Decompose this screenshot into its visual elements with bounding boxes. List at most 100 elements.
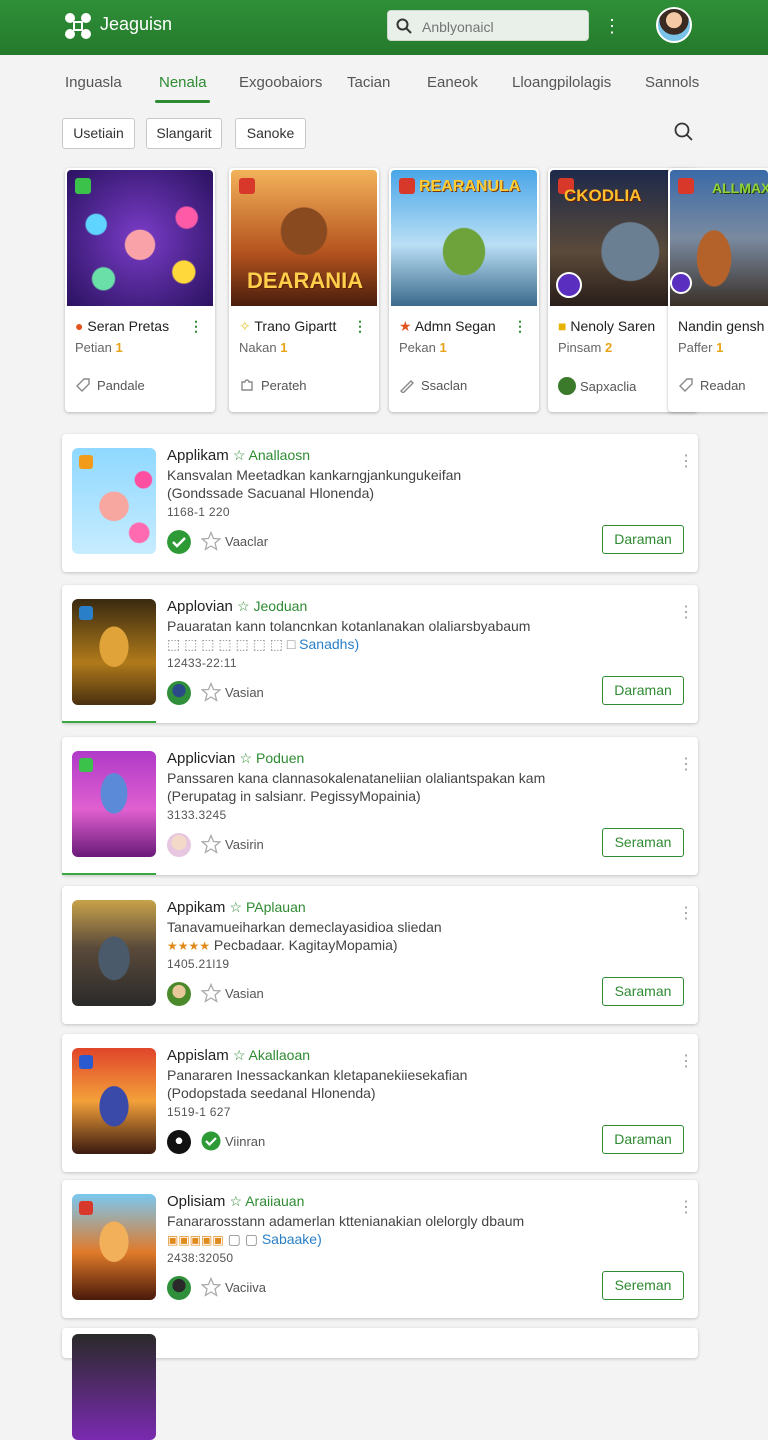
- rating-stars-icon: ▣▣▣▣▣: [167, 1233, 224, 1247]
- avatar: [167, 1276, 191, 1300]
- app-description: Fanararosstann adamerlan kttenianakian o…: [167, 1213, 525, 1229]
- star-icon[interactable]: [201, 983, 221, 1003]
- game-art-title: DEARANIA: [247, 268, 364, 293]
- filter-chip-0[interactable]: Usetiain: [62, 118, 135, 149]
- tab-5[interactable]: Lloangpilolagis: [512, 74, 611, 91]
- featured-card[interactable]: ALLMAX Nandin gensh Paffer 1 Readan: [668, 168, 768, 412]
- app-badge: [79, 455, 93, 469]
- app-actor: Vaaclar: [225, 534, 269, 549]
- tab-3[interactable]: Tacian: [347, 74, 390, 91]
- game-avatar: [556, 272, 582, 298]
- game-title: ● Seran Pretas: [75, 318, 170, 334]
- featured-card[interactable]: DEARANIA ✧ Trano Gipartt Nakan 1 ⋮ Perat…: [229, 168, 379, 412]
- app-meta: 1519-1 627: [167, 1105, 231, 1119]
- game-badge: [75, 178, 91, 194]
- game-title: ★ Admn Segan: [399, 318, 496, 334]
- app-icon: [72, 1048, 156, 1154]
- rating-stars-icon: ★★★★: [167, 939, 211, 953]
- category-tabs: Inguasla Nenala Exgoobaiors Tacian Eaneo…: [0, 56, 768, 106]
- search-input[interactable]: [420, 15, 584, 39]
- action-button[interactable]: Seraman: [602, 828, 684, 857]
- more-options-icon[interactable]: ⋮: [678, 1198, 694, 1218]
- star-icon[interactable]: [201, 1277, 221, 1297]
- app-title: Oplisiam ☆ Araiiauan: [167, 1193, 305, 1210]
- more-options-icon[interactable]: ⋮: [513, 318, 527, 335]
- filter-chip-2[interactable]: Sanoke: [235, 118, 306, 149]
- featured-card[interactable]: REARANULA ★ Admn Segan Pekan 1 ⋮ Ssaclan: [389, 168, 539, 412]
- app-description: Kansvalan Meetadkan kankarngjankungukeif…: [167, 467, 462, 483]
- tag-icon: [400, 380, 414, 394]
- app-badge: [79, 1201, 93, 1215]
- tab-1[interactable]: Nenala: [159, 74, 207, 91]
- app-icon: [72, 448, 156, 554]
- game-subtitle: Nakan 1: [239, 340, 288, 355]
- more-options-icon[interactable]: ⋮: [189, 318, 203, 335]
- tab-6[interactable]: Sannols: [645, 74, 699, 91]
- star-icon[interactable]: [201, 834, 221, 854]
- more-options-icon[interactable]: ⋮: [353, 318, 367, 335]
- action-button[interactable]: Sereman: [602, 1271, 684, 1300]
- app-subdescription: ⬚ ⬚ ⬚ ⬚ ⬚ ⬚ ⬚ □ Sanadhs): [167, 636, 360, 652]
- app-actor: Vaciiva: [225, 1280, 266, 1295]
- user-avatar[interactable]: [656, 7, 692, 43]
- app-list-item[interactable]: Applovian ☆ Jeoduan Pauaratan kann tolan…: [62, 585, 698, 723]
- more-options-icon[interactable]: ⋮: [678, 1052, 694, 1072]
- app-actor: Vasian: [225, 986, 264, 1001]
- app-subdescription: ★★★★ Pecbadaar. KagitayMopamia): [167, 937, 398, 953]
- verified-icon: [167, 530, 191, 554]
- game-title: ■ Nenoly Saren: [558, 318, 656, 334]
- app-list-item[interactable]: Applicvian ☆ Poduen Panssaren kana clann…: [62, 737, 698, 875]
- star-icon[interactable]: [201, 531, 221, 551]
- action-button[interactable]: Daraman: [602, 525, 684, 554]
- app-title: Jeaguisn: [100, 14, 173, 34]
- search-bar[interactable]: [387, 10, 589, 41]
- game-footer: Ssaclan: [399, 377, 467, 394]
- app-icon: [72, 1194, 156, 1300]
- action-button[interactable]: Daraman: [602, 1125, 684, 1154]
- app-description: Panssaren kana clannasokalenataneliian o…: [167, 770, 546, 786]
- filter-chip-1[interactable]: Slangarit: [146, 118, 222, 149]
- more-options-icon[interactable]: ⋮: [678, 452, 694, 472]
- app-description: Panararen Inessackankan kletapanekiiesek…: [167, 1067, 468, 1083]
- avatar: [167, 681, 191, 705]
- tag-icon: [679, 378, 693, 392]
- search-icon[interactable]: [674, 122, 694, 142]
- action-button[interactable]: Saraman: [602, 977, 684, 1006]
- app-list-item[interactable]: Oplisiam ☆ Araiiauan Fanararosstann adam…: [62, 1180, 698, 1318]
- game-subtitle: Pekan 1: [399, 340, 447, 355]
- avatar: [167, 982, 191, 1006]
- app-icon: [72, 751, 156, 857]
- action-button[interactable]: Daraman: [602, 676, 684, 705]
- star-icon[interactable]: [201, 682, 221, 702]
- app-icon: [72, 599, 156, 705]
- more-menu-icon[interactable]: ⋮: [603, 14, 621, 38]
- app-title: Appislam ☆ Akallaoan: [167, 1047, 311, 1064]
- progress-indicator: [62, 721, 156, 723]
- app-list-item[interactable]: Appikam ☆ PAplauan Tanavamueiharkan deme…: [62, 886, 698, 1024]
- tab-2[interactable]: Exgoobaiors: [239, 74, 322, 91]
- app-subdescription: (Podopstada seedanal Hlonenda): [167, 1085, 376, 1101]
- app-meta: 1168-1 220: [167, 505, 230, 519]
- app-icon: [72, 900, 156, 1006]
- tab-0[interactable]: Inguasla: [65, 74, 122, 91]
- more-options-icon[interactable]: ⋮: [678, 755, 694, 775]
- app-meta: 3133.3245: [167, 808, 227, 822]
- progress-indicator: [62, 873, 156, 875]
- game-subtitle: Pinsam 2: [558, 340, 613, 355]
- game-title: ✧ Trano Gipartt: [239, 318, 337, 334]
- app-list-item[interactable]: Applikam ☆ Anallaosn Kansvalan Meetadkan…: [62, 434, 698, 572]
- more-options-icon[interactable]: ⋮: [678, 904, 694, 924]
- puzzle-icon: [241, 379, 253, 391]
- app-title: Applovian ☆ Jeoduan: [167, 598, 308, 615]
- game-title: Nandin gensh: [678, 318, 765, 334]
- featured-card[interactable]: ● Seran Pretas Petian 1 ⋮ Pandale: [65, 168, 215, 412]
- app-title: Applicvian ☆ Poduen: [167, 750, 305, 767]
- app-list-item[interactable]: [62, 1328, 698, 1440]
- app-list-item[interactable]: Appislam ☆ Akallaoan Panararen Inessacka…: [62, 1034, 698, 1172]
- game-subtitle: Petian 1: [75, 340, 123, 355]
- more-options-icon[interactable]: ⋮: [678, 603, 694, 623]
- app-title: Applikam ☆ Anallaosn: [167, 447, 311, 464]
- app-logo-icon[interactable]: [64, 12, 92, 40]
- tab-4[interactable]: Eaneok: [427, 74, 478, 91]
- app-title: Appikam ☆ PAplauan: [167, 899, 306, 916]
